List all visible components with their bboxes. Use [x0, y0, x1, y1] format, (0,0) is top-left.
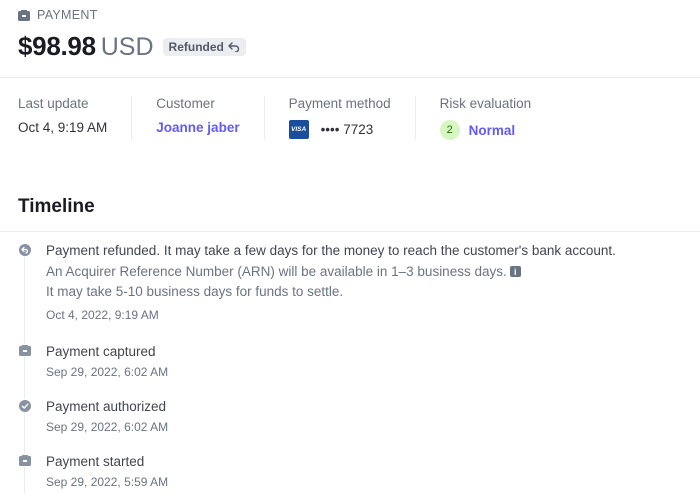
timeline-divider — [0, 231, 700, 232]
event-date: Oct 4, 2022, 9:19 AM — [46, 307, 159, 322]
event-subtext-arn: An Acquirer Reference Number (ARN) will … — [46, 262, 616, 283]
risk-value: 2 Normal — [439, 120, 532, 140]
event-date: Sep 29, 2022, 5:59 AM — [46, 474, 169, 489]
risk-label: Risk evaluation — [439, 96, 532, 111]
last-update-value: Oct 4, 9:19 AM — [18, 120, 108, 135]
captured-icon — [18, 344, 31, 357]
header-divider — [0, 77, 700, 78]
event-text: Payment captured — [46, 344, 156, 359]
summary-customer: Customer Joanne jaber — [156, 96, 265, 140]
event-text: Payment authorized — [46, 399, 167, 414]
customer-value-wrap: Joanne jaber — [156, 120, 239, 135]
payment-currency: USD — [100, 33, 154, 61]
risk-level-link[interactable]: Normal — [469, 123, 516, 138]
payment-method-label: Payment method — [288, 96, 391, 111]
info-icon[interactable]: i — [509, 266, 521, 278]
payment-icon — [18, 9, 30, 21]
eyebrow-label: PAYMENT — [37, 8, 98, 22]
payment-summary: Last update Oct 4, 9:19 AM Customer Joan… — [18, 96, 579, 140]
undo-arrow-icon — [228, 42, 239, 52]
page-eyebrow: PAYMENT — [18, 8, 98, 22]
payment-amount: $98.98 — [18, 31, 96, 61]
status-badge-label: Refunded — [168, 40, 224, 54]
refund-icon — [18, 243, 31, 256]
payment-method-value: VISA •••• 7723 — [288, 120, 391, 139]
check-circle-icon — [18, 399, 31, 412]
customer-label: Customer — [156, 96, 215, 111]
summary-payment-method: Payment method VISA •••• 7723 — [288, 96, 416, 140]
timeline-event-refunded: Payment refunded. It may take a few days… — [18, 241, 616, 322]
payment-started-icon — [18, 454, 31, 467]
arn-note: An Acquirer Reference Number (ARN) will … — [46, 263, 507, 279]
card-last4: •••• 7723 — [320, 122, 374, 137]
event-text: Payment refunded. It may take a few days… — [46, 243, 616, 258]
customer-link[interactable]: Joanne jaber — [156, 120, 239, 135]
timeline-event-captured: Payment captured Sep 29, 2022, 6:02 AM — [18, 342, 168, 379]
last-update-label: Last update — [18, 96, 89, 111]
event-date: Sep 29, 2022, 6:02 AM — [46, 364, 169, 379]
timeline-title: Timeline — [18, 196, 95, 217]
summary-last-update: Last update Oct 4, 9:19 AM — [18, 96, 133, 140]
status-badge: Refunded — [162, 38, 246, 56]
summary-risk: Risk evaluation 2 Normal — [439, 96, 556, 140]
timeline-event-started: Payment started Sep 29, 2022, 5:59 AM — [18, 452, 168, 489]
payment-amount-row: $98.98 USD Refunded — [18, 31, 246, 62]
event-text: Payment started — [46, 454, 145, 469]
risk-score-badge: 2 — [439, 120, 460, 140]
visa-card-icon: VISA — [288, 120, 309, 139]
timeline-event-authorized: Payment authorized Sep 29, 2022, 6:02 AM — [18, 397, 168, 434]
event-date: Sep 29, 2022, 6:02 AM — [46, 419, 169, 434]
event-subtext-settle: It may take 5-10 business days for funds… — [46, 284, 344, 299]
